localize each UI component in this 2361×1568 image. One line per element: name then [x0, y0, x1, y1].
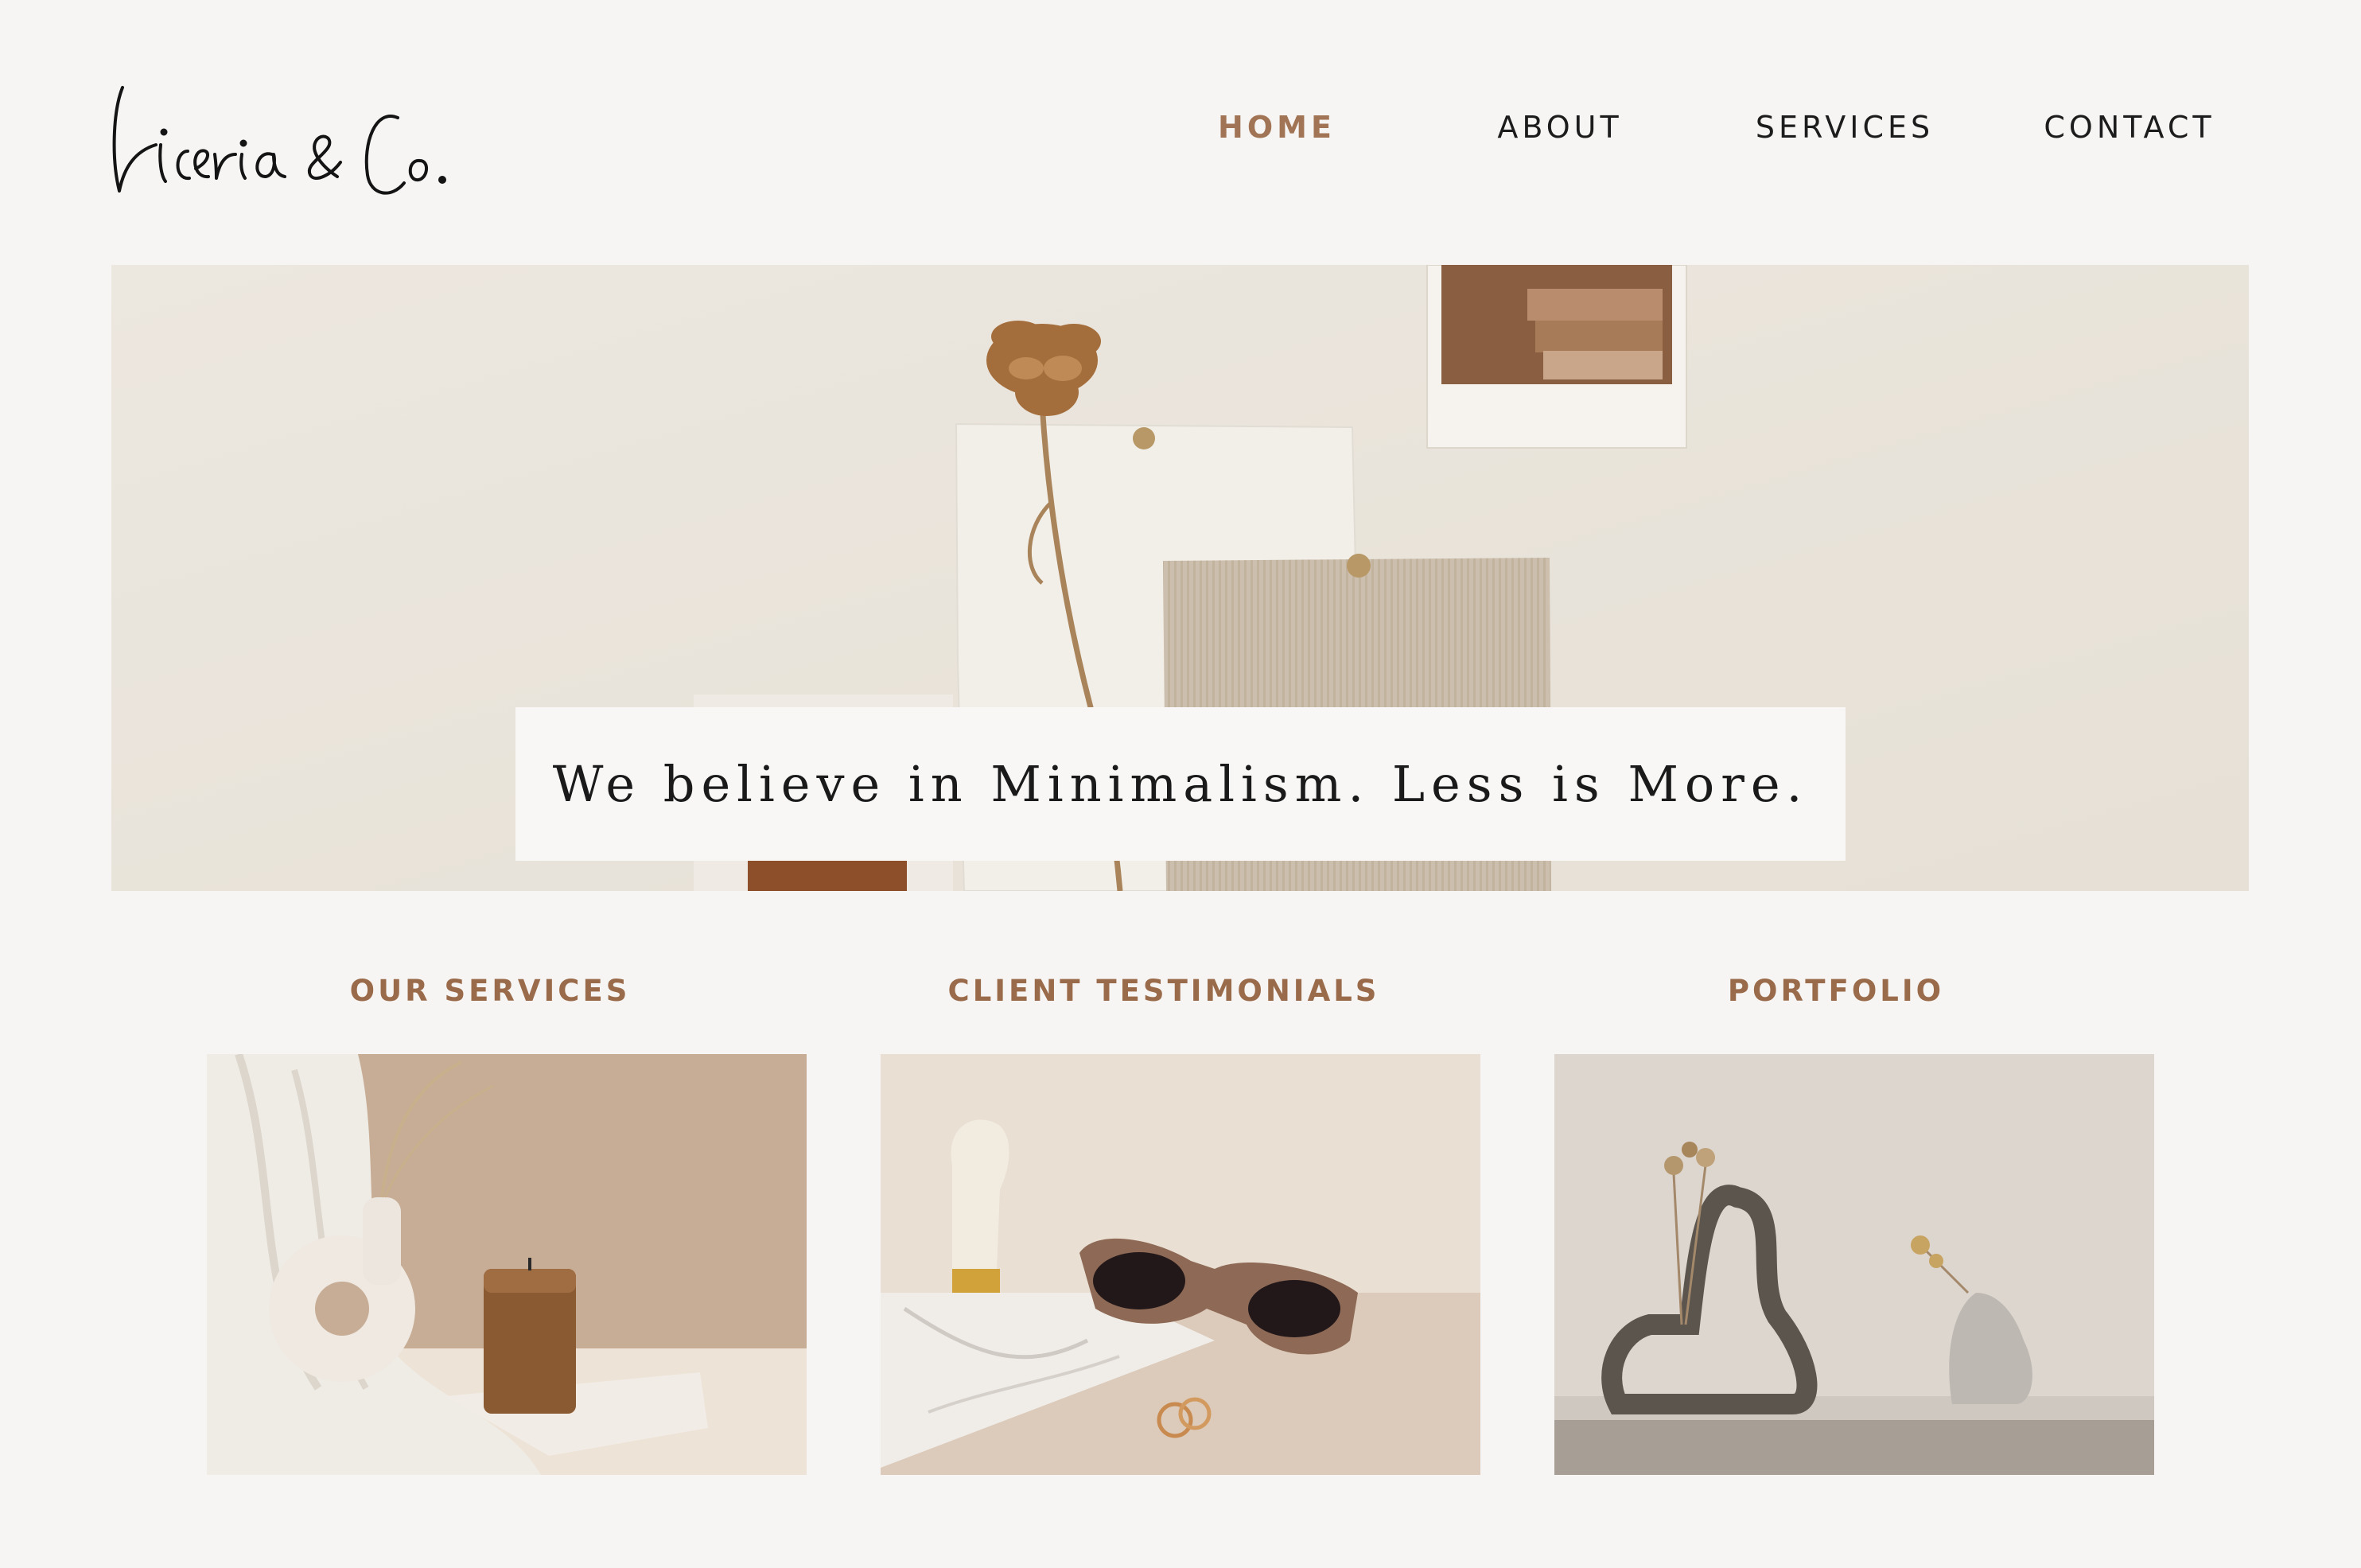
main-nav: HOME ABOUT SERVICES CONTACT [1145, 103, 2275, 151]
section-title-our-services[interactable]: OUR SERVICES [188, 969, 792, 1014]
portfolio-card-image[interactable] [1554, 1054, 2154, 1475]
section-title-portfolio[interactable]: PORTFOLIO [1534, 969, 2138, 1014]
testimonials-card-image[interactable] [881, 1054, 1480, 1475]
logo-script-image [112, 86, 446, 195]
nav-contact[interactable]: CONTACT [1998, 103, 2261, 151]
page: HOME ABOUT SERVICES CONTACT We believe i… [0, 0, 2361, 1568]
brand-logo[interactable] [108, 72, 458, 207]
abstract-vases-photo [1554, 1054, 2154, 1475]
section-title-client-testimonials[interactable]: CLIENT TESTIMONIALS [862, 969, 1466, 1014]
services-card-image[interactable] [207, 1054, 807, 1475]
nav-services[interactable]: SERVICES [1713, 103, 1976, 151]
nav-about[interactable]: ABOUT [1429, 103, 1691, 151]
hero-tagline: We believe in Minimalism. Less is More. [552, 755, 1809, 813]
vase-candle-photo [207, 1054, 807, 1475]
nav-home[interactable]: HOME [1145, 103, 1408, 151]
sunglasses-photo [881, 1054, 1480, 1475]
hero-tagline-box: We believe in Minimalism. Less is More. [515, 707, 1846, 861]
